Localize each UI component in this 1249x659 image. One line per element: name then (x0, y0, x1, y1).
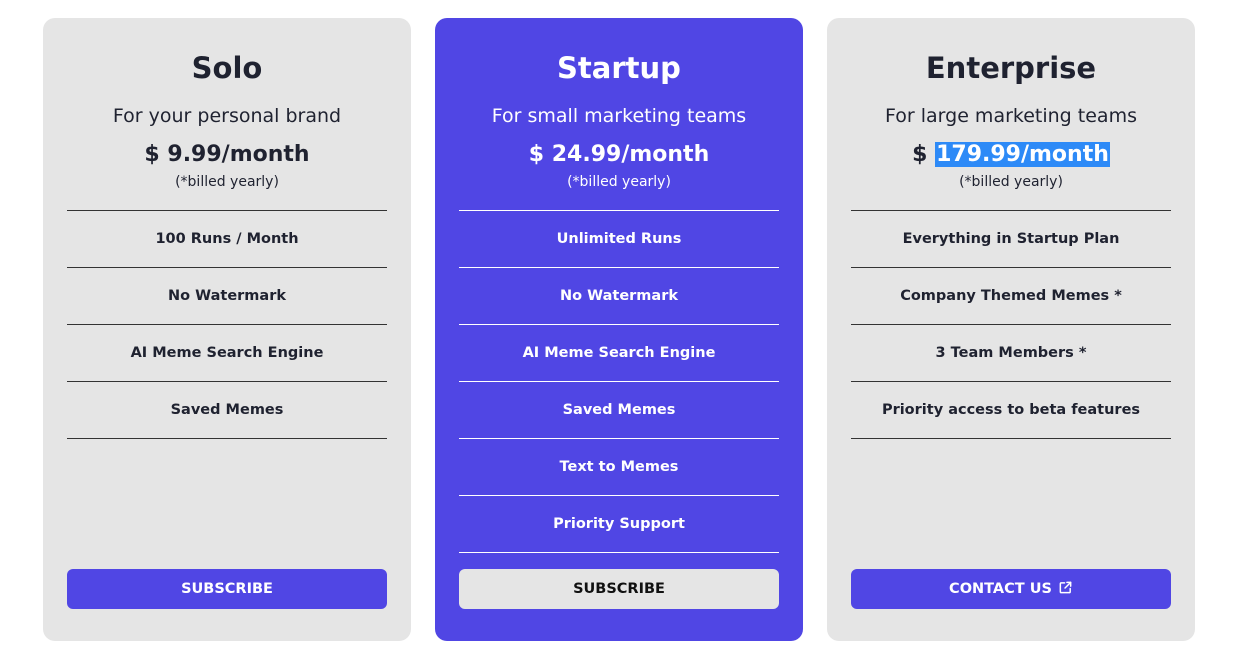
feature-item: Text to Memes (459, 439, 779, 496)
plan-price: $ 9.99/month (43, 142, 411, 167)
billing-note: (*billed yearly) (959, 174, 1063, 190)
feature-item: Everything in Startup Plan (851, 211, 1171, 268)
plan-card-startup: Startup For small marketing teams $ 24.9… (435, 18, 803, 641)
feature-item: 3 Team Members * (851, 325, 1171, 382)
feature-item: Unlimited Runs (459, 211, 779, 268)
feature-list: 100 Runs / Month No Watermark AI Meme Se… (67, 210, 387, 439)
feature-item: Company Themed Memes * (851, 268, 1171, 325)
button-label: SUBSCRIBE (181, 581, 273, 597)
price-amount: 9.99/month (167, 142, 310, 167)
plan-tagline: For large marketing teams (885, 105, 1137, 127)
billing-note: (*billed yearly) (175, 174, 279, 190)
plan-card-solo: Solo For your personal brand $ 9.99/mont… (43, 18, 411, 641)
feature-item: Saved Memes (67, 382, 387, 439)
feature-item: No Watermark (67, 268, 387, 325)
plan-tagline: For small marketing teams (491, 105, 747, 127)
plan-title: Startup (557, 51, 681, 85)
plan-tagline: For your personal brand (112, 105, 342, 127)
external-link-icon (1058, 580, 1073, 599)
feature-item: Saved Memes (459, 382, 779, 439)
subscribe-button-solo[interactable]: SUBSCRIBE (67, 569, 387, 609)
plan-title: Enterprise (925, 51, 1097, 85)
plan-title: Solo (191, 51, 263, 85)
button-label: CONTACT US (949, 581, 1052, 597)
plan-price: $ 179.99/month (827, 142, 1195, 167)
plan-card-enterprise: Enterprise For large marketing teams $ 1… (827, 18, 1195, 641)
feature-item: AI Meme Search Engine (67, 325, 387, 382)
feature-item: 100 Runs / Month (67, 211, 387, 268)
plan-price: $ 24.99/month (435, 142, 803, 167)
feature-item: No Watermark (459, 268, 779, 325)
subscribe-button-startup[interactable]: SUBSCRIBE (459, 569, 779, 609)
feature-list: Unlimited Runs No Watermark AI Meme Sear… (459, 210, 779, 553)
currency-symbol: $ (144, 142, 160, 167)
contact-us-button[interactable]: CONTACT US (851, 569, 1171, 609)
button-label: SUBSCRIBE (573, 581, 665, 597)
billing-note: (*billed yearly) (567, 174, 671, 190)
feature-item: Priority Support (459, 496, 779, 553)
feature-item: Priority access to beta features (851, 382, 1171, 439)
feature-item: AI Meme Search Engine (459, 325, 779, 382)
price-amount: 24.99/month (551, 142, 710, 167)
currency-symbol: $ (528, 142, 545, 167)
price-amount-selected: 179.99/month (935, 142, 1110, 167)
feature-list: Everything in Startup Plan Company Theme… (851, 210, 1171, 439)
currency-symbol: $ (912, 142, 928, 167)
